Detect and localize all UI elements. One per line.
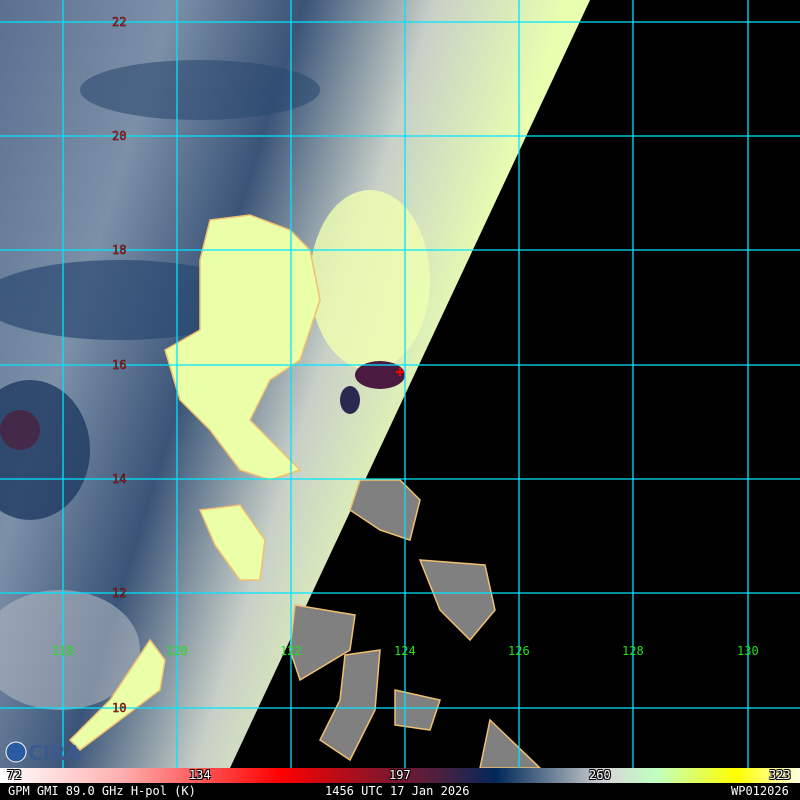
timestamp: 1456 UTC 17 Jan 2026 <box>325 784 470 798</box>
colorbar-tick: 134 <box>189 768 211 782</box>
cira-logo: CIRA <box>5 741 82 765</box>
satellite-map: 22 20 18 16 14 12 10 118 120 122 124 126… <box>0 0 800 768</box>
lon-label: 126 <box>508 644 530 658</box>
colorbar-tick: 197 <box>389 768 411 782</box>
product-label: GPM GMI 89.0 GHz H-pol (K) <box>8 784 196 798</box>
lon-label: 122 <box>280 644 302 658</box>
lon-label: 120 <box>166 644 188 658</box>
colorbar-tick: 260 <box>589 768 611 782</box>
lat-label: 20 <box>112 129 126 143</box>
footer: GPM GMI 89.0 GHz H-pol (K) 1456 UTC 17 J… <box>0 783 800 800</box>
lon-label: 124 <box>394 644 416 658</box>
lat-label: 14 <box>112 472 126 486</box>
lon-label: 128 <box>622 644 644 658</box>
storm-id: WP012026 <box>731 784 789 798</box>
lon-label: 130 <box>737 644 759 658</box>
colorbar-tick: 323 <box>769 768 791 782</box>
lat-label: 16 <box>112 358 126 372</box>
colorbar: 72 134 197 260 323 <box>0 768 800 783</box>
lon-label: 118 <box>52 644 74 658</box>
lat-label: 10 <box>112 701 126 715</box>
lat-label: 12 <box>112 586 126 600</box>
svg-text:CIRA: CIRA <box>28 741 82 765</box>
lat-label: 22 <box>112 15 126 29</box>
lat-label: 18 <box>112 243 126 257</box>
colorbar-tick: 72 <box>7 768 22 782</box>
